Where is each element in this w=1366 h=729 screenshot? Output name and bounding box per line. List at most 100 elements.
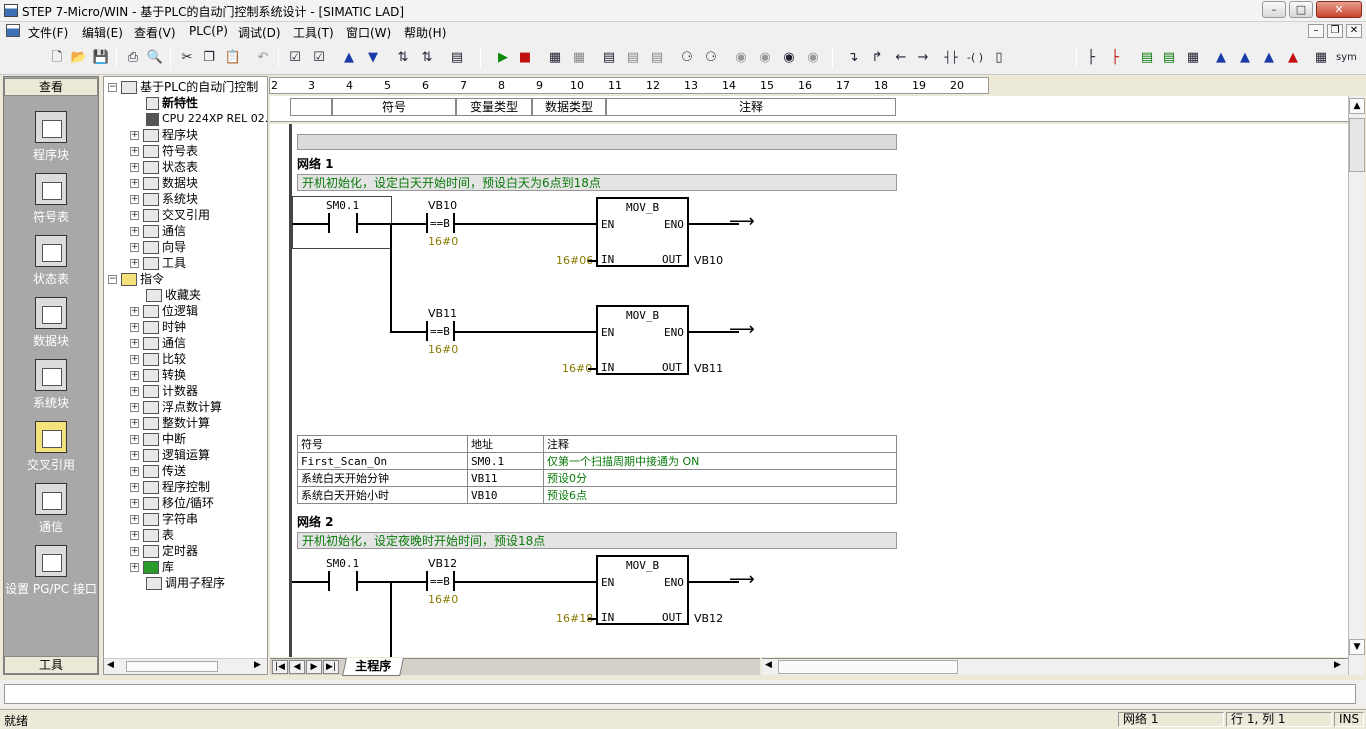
toggle-network-comment-icon[interactable]: ▤: [1160, 49, 1178, 67]
menu-file[interactable]: 文件(F): [28, 24, 68, 41]
minimize-button[interactable]: –: [1262, 1, 1286, 18]
unforce-all-icon[interactable]: ◉: [804, 49, 822, 67]
sort-ascending-icon[interactable]: ⇅: [394, 49, 412, 67]
tree-item-data-block[interactable]: + 数据块: [130, 175, 198, 191]
force-icon[interactable]: ⚆: [678, 49, 696, 67]
tree-item-cpu[interactable]: CPU 224XP REL 02.: [146, 111, 267, 127]
tree-item-symbol-table[interactable]: + 符号表: [130, 143, 198, 159]
tree-instr-call-subroutines[interactable]: 调用子程序: [146, 575, 225, 591]
print-preview-icon[interactable]: 🔍: [146, 49, 164, 67]
mov-b-block-3[interactable]: MOV_B EN ENO IN OUT: [596, 555, 689, 625]
tree-instr-table[interactable]: + 表: [130, 527, 174, 543]
print-icon[interactable]: ⎙: [124, 49, 142, 67]
paste-icon[interactable]: 📋: [224, 49, 242, 67]
ladder-editor[interactable]: 网络 1 开机初始化，设定白天开始时间，预设白天为6点到18点 SM0.1 VB…: [270, 124, 1348, 657]
compile-all-icon[interactable]: ☑: [310, 49, 328, 67]
tree-item-communication[interactable]: + 通信: [130, 223, 186, 239]
network-2-title[interactable]: 网络 2: [297, 513, 334, 530]
cut-icon[interactable]: ✂: [178, 49, 196, 67]
previous-bookmark-icon[interactable]: ▲: [1260, 49, 1278, 67]
horizontal-scroll-thumb[interactable]: [778, 660, 958, 674]
vertical-scroll-thumb[interactable]: [1349, 118, 1365, 172]
nav-item-status-table[interactable]: 状态表: [4, 235, 98, 287]
tree-scroll-thumb[interactable]: [126, 661, 218, 672]
read-forced-icon[interactable]: ◉: [780, 49, 798, 67]
scroll-down-icon[interactable]: ▼: [1349, 639, 1365, 655]
apply-symbols-icon[interactable]: ▦: [1312, 49, 1330, 67]
copy-icon[interactable]: ❐: [200, 49, 218, 67]
tree-instr-clock[interactable]: + 时钟: [130, 319, 186, 335]
program-comment-bar[interactable]: [297, 134, 897, 150]
maximize-button[interactable]: □: [1289, 1, 1313, 18]
hscroll-left-icon[interactable]: ◀: [765, 660, 772, 670]
sort-descending-icon[interactable]: ⇅: [418, 49, 436, 67]
editor-vertical-scrollbar[interactable]: ▲ ▼: [1348, 96, 1365, 675]
mov-b-block-1[interactable]: MOV_B EN ENO IN OUT: [596, 197, 689, 267]
nav-item-data-block[interactable]: 数据块: [4, 297, 98, 349]
lock-icon[interactable]: ◉: [732, 49, 750, 67]
nav-footer[interactable]: 工具: [4, 656, 98, 674]
tree-instr-interrupt[interactable]: + 中断: [130, 431, 186, 447]
menu-window[interactable]: 窗口(W): [346, 24, 391, 41]
insert-left-line-icon[interactable]: ←: [892, 49, 910, 67]
tree-instr-compare[interactable]: + 比较: [130, 351, 186, 367]
tree-instr-convert[interactable]: + 转换: [130, 367, 186, 383]
document-icon[interactable]: [6, 24, 20, 37]
download-icon[interactable]: ▼: [364, 49, 382, 67]
insert-coil-icon[interactable]: -( ): [966, 49, 984, 67]
tree-item-program-block[interactable]: + 程序块: [130, 127, 198, 143]
insert-downward-line-icon[interactable]: ↴: [844, 49, 862, 67]
tab-main-program[interactable]: 主程序: [342, 658, 404, 676]
nav-item-program-block[interactable]: 程序块: [4, 111, 98, 163]
tree-instr-move[interactable]: + 传送: [130, 463, 186, 479]
nav-item-communication[interactable]: 通信: [4, 483, 98, 535]
tree-item-system-block[interactable]: + 系统块: [130, 191, 198, 207]
symbol-info-icon[interactable]: sym: [1336, 49, 1357, 67]
unlock-icon[interactable]: ◉: [756, 49, 774, 67]
compile-icon[interactable]: ☑: [286, 49, 304, 67]
menu-plc[interactable]: PLC(P): [189, 24, 228, 38]
chart-status-icon[interactable]: ▦: [570, 49, 588, 67]
network-1-title[interactable]: 网络 1: [297, 155, 334, 172]
options-icon[interactable]: ▤: [448, 49, 466, 67]
run-icon[interactable]: ▶: [494, 49, 512, 67]
tree-item-tools[interactable]: + 工具: [130, 255, 186, 271]
menu-edit[interactable]: 编辑(E): [82, 24, 123, 41]
toggle-poi-icon[interactable]: ▤: [1138, 49, 1156, 67]
tree-horizontal-scrollbar[interactable]: ◀ ▶: [104, 658, 267, 674]
insert-box-icon[interactable]: ▯: [990, 49, 1008, 67]
network-2-comment[interactable]: 开机初始化，设定夜晚时开始时间，预设18点: [297, 532, 897, 549]
tree-instr-integer-math[interactable]: + 整数计算: [130, 415, 210, 431]
insert-right-line-icon[interactable]: →: [914, 49, 932, 67]
tree-instr-favorites[interactable]: 收藏夹: [146, 287, 201, 303]
program-status-icon[interactable]: ▦: [546, 49, 564, 67]
bookmark-icon[interactable]: ▲: [1212, 49, 1230, 67]
undo-icon[interactable]: ↶: [254, 49, 272, 67]
local-var-col-symbol[interactable]: 符号: [332, 98, 456, 116]
tree-instr-counters[interactable]: + 计数器: [130, 383, 198, 399]
menu-debug[interactable]: 调试(D): [238, 24, 281, 41]
mdi-close-button[interactable]: ✕: [1346, 24, 1362, 38]
tree-instr-program-control[interactable]: + 程序控制: [130, 479, 210, 495]
local-var-col-var-type[interactable]: 变量类型: [456, 98, 532, 116]
single-read-icon[interactable]: ▤: [624, 49, 642, 67]
scroll-left-icon[interactable]: ◀: [107, 660, 114, 670]
editor-horizontal-scrollbar[interactable]: ◀ ▶: [762, 658, 1348, 675]
insert-upward-line-icon[interactable]: ↱: [868, 49, 886, 67]
insert-network-icon[interactable]: ├: [1082, 49, 1100, 67]
close-window-button[interactable]: ✕: [1316, 1, 1362, 18]
tree-instr-shift-rotate[interactable]: + 移位/循环: [130, 495, 214, 511]
nav-item-set-pgpc-interface[interactable]: 设置 PG/PC 接口: [4, 545, 98, 597]
tree-instr-bit-logic[interactable]: + 位逻辑: [130, 303, 198, 319]
menu-view[interactable]: 查看(V): [134, 24, 176, 41]
hscroll-right-icon[interactable]: ▶: [1334, 660, 1341, 670]
write-all-icon[interactable]: ▤: [648, 49, 666, 67]
status-table-icon[interactable]: ▤: [600, 49, 618, 67]
tree-instr-logic-ops[interactable]: + 逻辑运算: [130, 447, 210, 463]
mdi-restore-button[interactable]: ❐: [1327, 24, 1343, 38]
first-tab-icon[interactable]: |◀: [272, 660, 288, 674]
tree-instr-communication[interactable]: + 通信: [130, 335, 186, 351]
upload-icon[interactable]: ▲: [340, 49, 358, 67]
tree-instr-float-math[interactable]: + 浮点数计算: [130, 399, 222, 415]
menu-tools[interactable]: 工具(T): [293, 24, 334, 41]
